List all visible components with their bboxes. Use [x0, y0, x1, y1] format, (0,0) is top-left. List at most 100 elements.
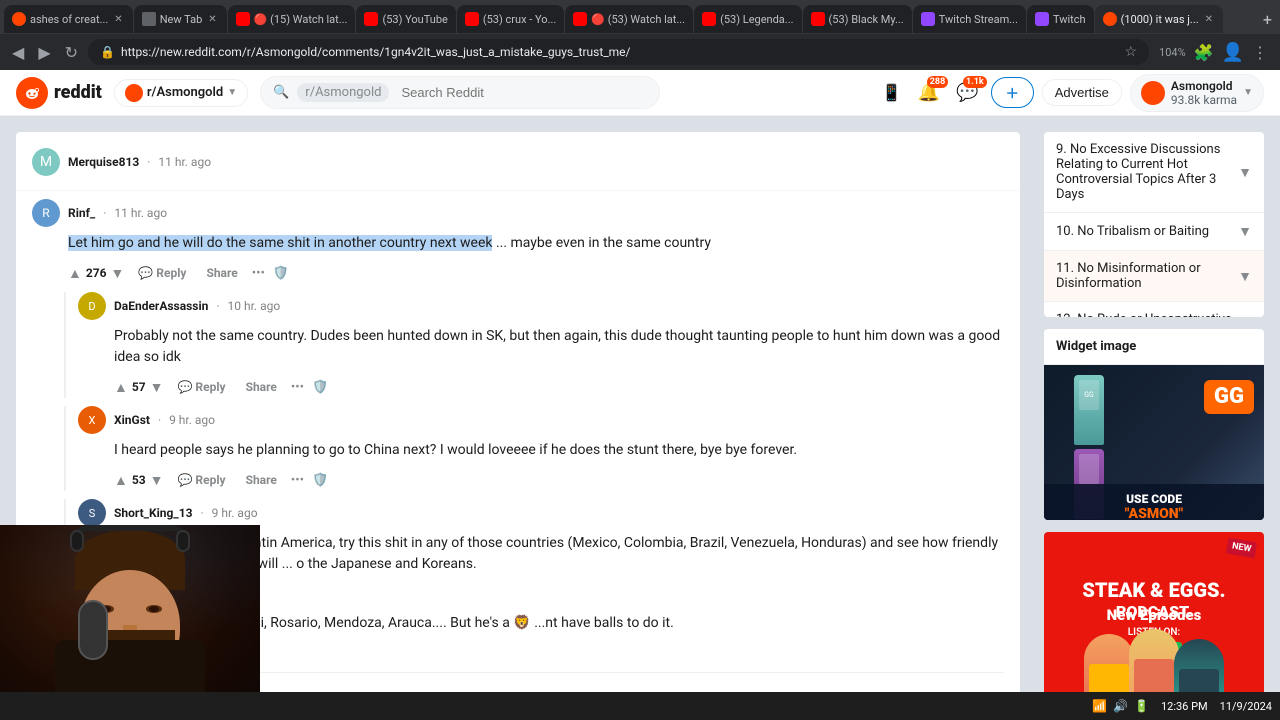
more-actions-button[interactable]: ••• — [252, 266, 265, 281]
dot4: · — [200, 506, 203, 520]
rule-12[interactable]: 12. No Rude or Unconstructive Behavior ▼ — [1044, 302, 1264, 317]
taskbar-date: 11/9/2024 — [1220, 700, 1272, 713]
tab-twitch2[interactable]: Twitch — [1027, 5, 1094, 33]
tab-favicon-active — [1103, 12, 1117, 26]
create-post-button[interactable]: ＋ — [991, 77, 1034, 108]
vote-area: ▲ 276 ▼ — [68, 265, 124, 282]
tab-watch1[interactable]: 🔴 (15) Watch lat... — [228, 5, 356, 33]
tab-black[interactable]: (53) Black My... — [803, 5, 912, 33]
widget-image: GG GG USE CODE "ASMON" FOR 10% O — [1044, 365, 1264, 519]
tab-newtab[interactable]: New Tab ✕ — [134, 5, 227, 33]
subreddit-name: r/Asmongold — [147, 85, 223, 100]
reddit-logo[interactable]: reddit — [16, 77, 102, 109]
podcast-new-label: New Episodes — [1044, 606, 1264, 624]
more-daender[interactable]: ••• — [291, 380, 304, 395]
promo-use-code: USE CODE — [1052, 492, 1256, 506]
share-button[interactable]: Share — [200, 262, 243, 284]
rule-10-chevron: ▼ — [1238, 223, 1252, 240]
header-actions: 📱 🔔 288 💬 1.1k ＋ Advertise Asmongold 93.… — [878, 74, 1264, 112]
extensions-icon[interactable]: 🧩 — [1194, 43, 1214, 62]
nested-comment-xingst: X XinGst · 9 hr. ago I heard people says… — [64, 406, 1004, 491]
address-bar[interactable]: 🔒 https://new.reddit.com/r/Asmongold/com… — [88, 39, 1149, 65]
search-scope-pill: r/Asmongold — [297, 83, 389, 102]
reddit-icon — [16, 77, 48, 109]
dot2: · — [216, 299, 219, 313]
tab-active[interactable]: (1000) it was j... ✕ — [1095, 5, 1223, 33]
subreddit-selector[interactable]: r/Asmongold ▼ — [114, 79, 248, 107]
rule-9[interactable]: 9. No Excessive Discussions Relating to … — [1044, 132, 1264, 213]
rule-10[interactable]: 10. No Tribalism or Baiting ▼ — [1044, 213, 1264, 251]
zoom-level: 104% — [1159, 46, 1186, 59]
reddit-header: reddit r/Asmongold ▼ 🔍 r/Asmongold 📱 🔔 2… — [0, 70, 1280, 116]
right-eye — [146, 605, 162, 613]
downvote-button[interactable]: ▼ — [111, 265, 125, 282]
star-icon[interactable]: ☆ — [1124, 44, 1137, 60]
award-button[interactable]: 🛡️ — [273, 266, 289, 281]
menu-icon[interactable]: ⋮ — [1252, 43, 1268, 62]
search-box[interactable]: 🔍 r/Asmongold — [260, 76, 660, 109]
search-input[interactable] — [401, 85, 647, 100]
downvote-btn-daender[interactable]: ▼ — [150, 379, 164, 396]
author-xingst[interactable]: XinGst — [114, 413, 150, 427]
upvote-button[interactable]: ▲ — [68, 265, 82, 282]
refresh-button[interactable]: ↻ — [61, 39, 82, 66]
gg-text: GG — [1214, 386, 1244, 408]
tab-favicon-yt5 — [702, 12, 716, 26]
user-info: Asmongold 93.8k karma — [1171, 79, 1237, 107]
tab-label: 🔴 (53) Watch lat... — [591, 13, 685, 26]
highlighted-text: Let him go and he will do the same shit … — [68, 235, 492, 251]
tab-twitch1[interactable]: Twitch Stream... — [913, 5, 1026, 33]
reply-button[interactable]: 💬 Reply — [132, 262, 192, 284]
new-tab-icon[interactable]: + — [1263, 10, 1272, 29]
tab-bar: ashes of creat... ✕ New Tab ✕ 🔴 (15) Wat… — [0, 0, 1280, 34]
volume-icon: 🔊 — [1113, 699, 1128, 713]
tab-favicon-twitch1 — [921, 12, 935, 26]
reply-btn-xingst[interactable]: 💬 Reply — [172, 469, 232, 491]
username: Asmongold — [1171, 79, 1237, 93]
tab-legend[interactable]: (53) Legenda... — [694, 5, 801, 33]
user-menu[interactable]: Asmongold 93.8k karma ▼ — [1130, 74, 1264, 112]
tab-crux[interactable]: (53) crux - Yo... — [457, 5, 564, 33]
bell-button[interactable]: 🔔 288 — [914, 78, 944, 107]
forward-button[interactable]: ▶ — [34, 39, 54, 66]
bottle-label2 — [1079, 454, 1099, 484]
tab-watch2[interactable]: 🔴 (53) Watch lat... — [565, 5, 693, 33]
tab-close[interactable]: ✕ — [206, 12, 218, 27]
award-daender[interactable]: 🛡️ — [312, 380, 328, 395]
rule-9-text: 9. No Excessive Discussions Relating to … — [1056, 142, 1238, 202]
tab-label: (53) Legenda... — [720, 13, 793, 26]
text-xingst: I heard people says he planning to go to… — [114, 440, 1004, 461]
tab-yt[interactable]: (53) YouTube — [356, 5, 455, 33]
share-btn-xingst[interactable]: Share — [240, 469, 283, 491]
qrcode-button[interactable]: 📱 — [878, 79, 906, 106]
tab-close[interactable]: ✕ — [112, 12, 124, 27]
upvote-btn-daender[interactable]: ▲ — [114, 379, 128, 396]
podcast-badge: NEW — [1227, 540, 1256, 556]
tab-favicon-yt6 — [811, 12, 825, 26]
headphone-left — [70, 530, 84, 552]
tab-label: 🔴 (15) Watch lat... — [254, 13, 348, 26]
tab-label: New Tab — [160, 13, 203, 26]
author-shortking[interactable]: Short_King_13 — [114, 506, 192, 520]
award-xingst[interactable]: 🛡️ — [312, 473, 328, 488]
profile-icon[interactable]: 👤 — [1222, 42, 1244, 63]
back-button[interactable]: ◀ — [8, 39, 28, 66]
comment-author[interactable]: Merquise813 — [68, 155, 139, 169]
tab-ashes[interactable]: ashes of creat... ✕ — [4, 5, 133, 33]
author-rinf[interactable]: Rinf_ — [68, 206, 95, 220]
downvote-btn-xingst[interactable]: ▼ — [150, 472, 164, 489]
more-xingst[interactable]: ••• — [291, 473, 304, 488]
dot3: · — [158, 413, 161, 427]
upvote-btn-xingst[interactable]: ▲ — [114, 472, 128, 489]
author-daender[interactable]: DaEnderAssassin — [114, 299, 208, 313]
reply-btn-daender[interactable]: 💬 Reply — [172, 376, 232, 398]
tab-label: (53) YouTube — [382, 13, 447, 26]
rule-11[interactable]: 11. No Misinformation or Disinformation … — [1044, 251, 1264, 302]
time-shortking: 9 hr. ago — [212, 506, 258, 520]
advertise-button[interactable]: Advertise — [1042, 79, 1122, 106]
share-btn-daender[interactable]: Share — [240, 376, 283, 398]
tab-label: Twitch — [1053, 13, 1086, 26]
tab-close-active[interactable]: ✕ — [1203, 12, 1215, 27]
chat-button[interactable]: 💬 1.1k — [952, 78, 982, 107]
search-icon: 🔍 — [273, 85, 289, 100]
